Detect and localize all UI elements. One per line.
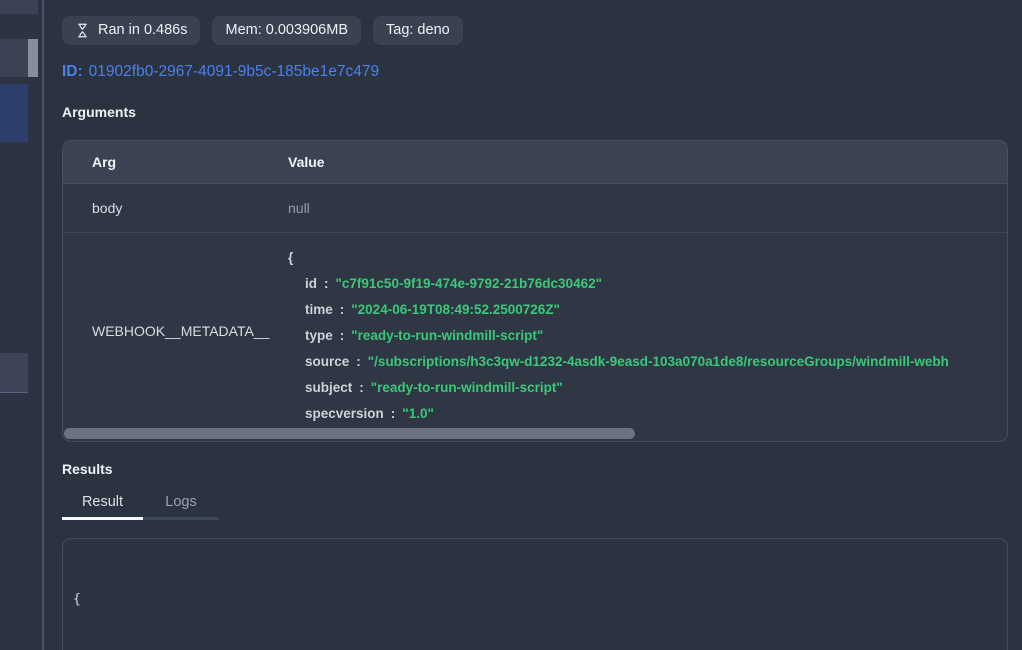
table-row: body null [63,184,1007,233]
memory-label: Mem: 0.003906MB [225,21,348,40]
run-duration-label: Ran in 0.486s [98,21,187,40]
job-id-row: ID: 01902fb0-2967-4091-9b5c-185be1e7c479 [62,63,379,81]
memory-badge: Mem: 0.003906MB [212,16,361,45]
arg-value-null: null [288,200,1007,216]
run-stats-badges: Ran in 0.486s Mem: 0.003906MB Tag: deno [62,16,463,45]
json-colon: : [340,302,345,317]
json-entry: specversion: "1.0" [288,401,1007,427]
json-value: "c7f91c50-9f19-474e-9792-21b76dc30462" [336,276,603,291]
json-value: "2024-06-19T08:49:52.2500726Z" [351,302,560,317]
job-run-detail: Ran in 0.486s Mem: 0.003906MB Tag: deno … [62,0,1008,650]
result-json-code: { "str": "default arg", "union": "Hello … [62,538,1008,650]
column-header-arg: Arg [63,154,288,170]
horizontal-scrollbar-thumb[interactable] [64,428,635,439]
json-colon: : [391,406,396,421]
results-tabs: Result Logs [62,494,219,520]
side-panel-node[interactable] [0,0,38,14]
run-duration-badge: Ran in 0.486s [62,16,200,45]
arg-name: WEBHOOK__METADATA__ [63,233,288,429]
json-value: "1.0" [402,406,434,421]
json-object-viewer: { id: "c7f91c50-9f19-474e-9792-21b76dc304… [288,233,1007,429]
json-value: "/subscriptions/h3c3qw-d1232-4asdk-9easd… [368,354,949,369]
table-row: WEBHOOK__METADATA__ { id: "c7f91c50-9f19-… [63,233,1007,429]
json-colon: : [359,380,364,395]
json-entry: time: "2024-06-19T08:49:52.2500726Z" [288,297,1007,323]
json-colon: : [340,328,345,343]
tab-logs[interactable]: Logs [143,494,219,520]
json-colon: : [356,354,361,369]
json-entry: source: "/subscriptions/h3c3qw-d1232-4asd… [288,349,1007,375]
arguments-table: Arg Value body null WEBHOOK__METADATA__ … [62,140,1008,442]
side-panel-node-selected[interactable] [0,84,28,142]
side-panel [0,0,44,650]
side-panel-scrollbar[interactable] [28,39,38,77]
hourglass-icon [75,23,90,38]
json-key: type [305,328,333,343]
tab-result[interactable]: Result [62,494,143,520]
json-key: time [305,302,333,317]
json-key: specversion [305,406,384,421]
job-id-label: ID: [62,63,83,80]
arguments-section-title: Arguments [62,104,136,120]
arguments-table-header: Arg Value [63,141,1007,184]
tag-badge: Tag: deno [373,16,463,45]
json-entry: id: "c7f91c50-9f19-474e-9792-21b76dc30462… [288,271,1007,297]
json-colon: : [324,276,329,291]
tag-label: Tag: deno [386,21,450,40]
code-line: { [73,590,997,610]
json-entry: subject: "ready-to-run-windmill-script" [288,375,1007,401]
json-key: source [305,354,349,369]
json-value: "ready-to-run-windmill-script" [351,328,543,343]
json-entry: type: "ready-to-run-windmill-script" [288,323,1007,349]
side-panel-node[interactable] [0,353,28,393]
results-section-title: Results [62,461,113,477]
json-key: subject [305,380,352,395]
job-id-link[interactable]: 01902fb0-2967-4091-9b5c-185be1e7c479 [89,63,379,80]
json-open-brace: { [288,245,1007,271]
side-panel-node[interactable] [0,39,28,77]
column-header-value: Value [288,154,1007,170]
json-value: "ready-to-run-windmill-script" [371,380,563,395]
arg-name: body [63,200,288,216]
json-key: id [305,276,317,291]
